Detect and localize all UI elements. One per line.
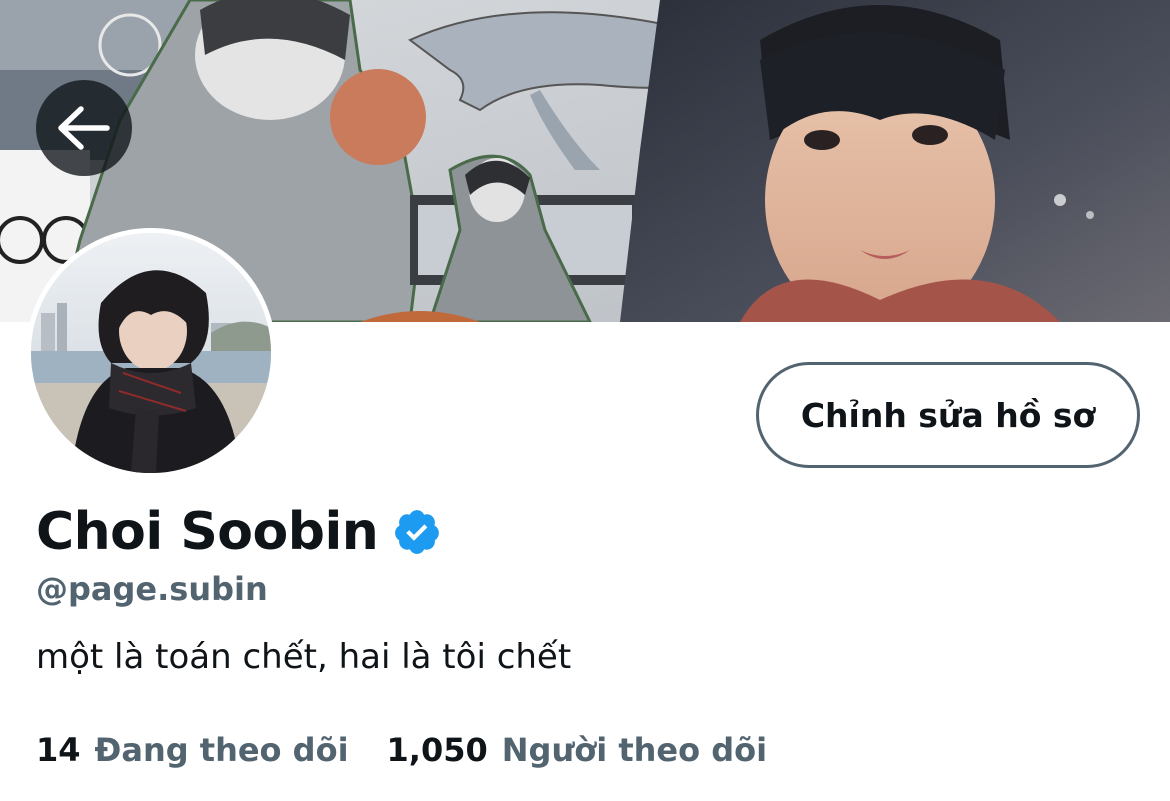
following-count: 14 [36,731,81,769]
following-link[interactable]: 14 Đang theo dõi [36,731,349,769]
verified-badge-icon[interactable] [392,507,442,557]
follow-stats: 14 Đang theo dõi 1,050 Người theo dõi [36,731,767,769]
back-button[interactable] [36,80,132,176]
display-name: Choi Soobin [36,502,379,562]
followers-count: 1,050 [386,731,488,769]
profile-bio: một là toán chết, hai là tôi chết [36,637,572,677]
following-label: Đang theo dõi [94,731,349,769]
profile-name-row: Choi Soobin [36,502,442,562]
edit-profile-button[interactable]: Chỉnh sửa hồ sơ [756,362,1140,468]
followers-link[interactable]: 1,050 Người theo dõi [387,731,768,769]
profile-avatar[interactable] [26,228,276,478]
arrow-left-icon [58,106,110,150]
profile-handle: @page.subin [36,570,268,608]
avatar-photo [31,233,271,473]
followers-label: Người theo dõi [501,731,768,769]
